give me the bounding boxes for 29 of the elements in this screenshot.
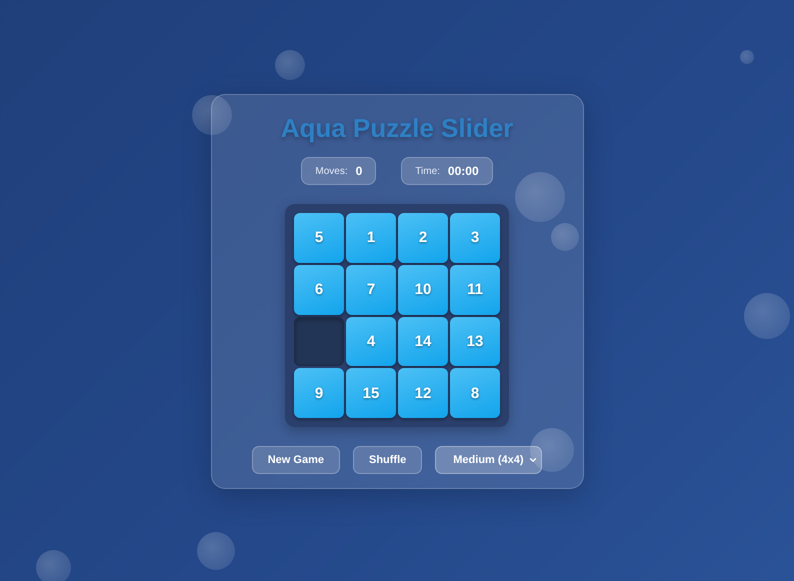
stat-value: 00:00	[448, 164, 479, 178]
stat-label: Time:	[415, 166, 440, 176]
stat-label: Moves:	[315, 166, 348, 176]
puzzle-tile[interactable]: 10	[398, 264, 448, 314]
puzzle-tile[interactable]: 5	[294, 213, 344, 263]
puzzle-tile[interactable]: 2	[398, 213, 448, 263]
difficulty-select[interactable]: Medium (4x4)	[435, 446, 542, 474]
puzzle-tile[interactable]: 1	[346, 213, 396, 263]
puzzle-tile[interactable]: 6	[294, 264, 344, 314]
stat-value: 0	[356, 164, 362, 178]
puzzle-tile[interactable]: 4	[346, 316, 396, 366]
chevron-icon	[528, 455, 538, 465]
bubble	[197, 532, 235, 570]
empty-slot	[294, 316, 344, 366]
bubble	[36, 550, 71, 581]
bubble	[275, 50, 305, 80]
puzzle-tile[interactable]: 7	[346, 264, 396, 314]
game-button[interactable]: Shuffle	[352, 446, 422, 474]
puzzle-tile[interactable]: 13	[450, 316, 500, 366]
game-button[interactable]: New Game	[252, 446, 340, 474]
puzzle-tile[interactable]: 9	[294, 368, 344, 418]
puzzle-tile[interactable]: 15	[346, 368, 396, 418]
puzzle-tile[interactable]: 11	[450, 264, 500, 314]
bubble	[740, 50, 754, 64]
puzzle-tile[interactable]: 14	[398, 316, 448, 366]
puzzle-tile[interactable]: 3	[450, 213, 500, 263]
puzzle-tile[interactable]: 8	[450, 368, 500, 418]
bubble	[744, 293, 790, 339]
puzzle-tile[interactable]: 12	[398, 368, 448, 418]
